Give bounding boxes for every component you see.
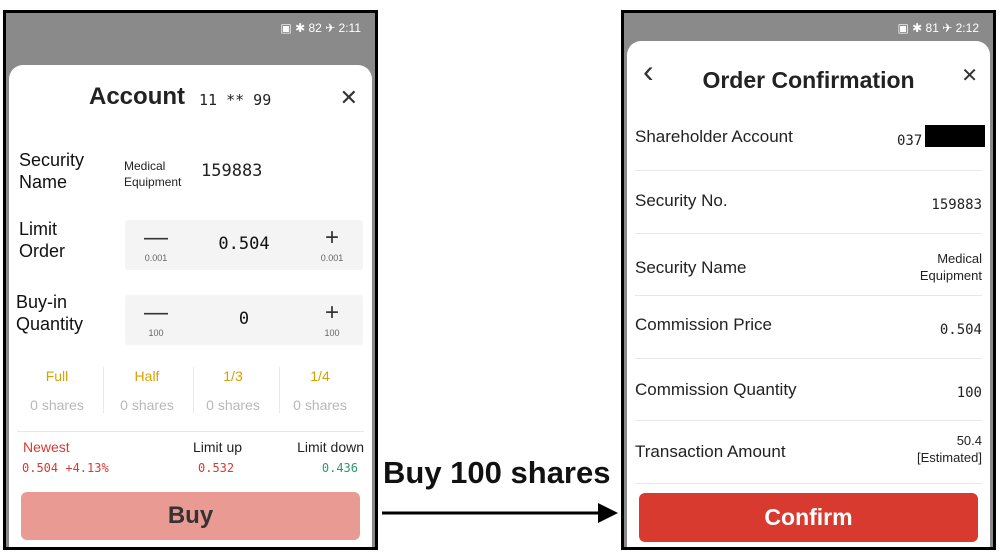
row-label: Security Name bbox=[635, 258, 747, 277]
row-value: 100 bbox=[956, 385, 982, 401]
row-value-note: [Estimated] bbox=[916, 450, 982, 465]
quantity-stepper: — 100 0 + 100 bbox=[125, 295, 363, 345]
row-label: Commission Price bbox=[635, 315, 772, 334]
row-value: 159883 bbox=[931, 197, 982, 213]
list-item: Transaction Amount 50.4 [Estimated] bbox=[635, 422, 982, 484]
status-text: ▣ ✱ 81 ✈ 2:12 bbox=[897, 21, 980, 35]
row-label: Security No. bbox=[635, 191, 728, 210]
price-stepper: — 0.001 0.504 + 0.001 bbox=[125, 220, 363, 270]
account-number: 11 ** 99 bbox=[199, 91, 272, 109]
fraction-full[interactable]: Full 0 shares bbox=[15, 368, 99, 413]
order-confirmation-screen: ▣ ✱ 81 ✈ 2:12 ‹ Order Confirmation ✕ Sha… bbox=[621, 10, 996, 550]
qty-step-down: 100 bbox=[148, 328, 164, 338]
account-sheet: Account 11 ** 99 ✕ Security Name Medical… bbox=[9, 65, 372, 547]
newest-value: 0.504 +4.13% bbox=[22, 461, 109, 475]
fraction-quarter[interactable]: 1/4 0 shares bbox=[278, 368, 362, 413]
plus-icon[interactable]: + bbox=[317, 224, 347, 252]
row-value: 0.504 bbox=[939, 322, 982, 338]
fraction-shares: 0 shares bbox=[120, 397, 174, 413]
row-label: Transaction Amount bbox=[635, 442, 786, 461]
close-icon[interactable]: ✕ bbox=[340, 85, 358, 111]
list-item: Security No. 159883 bbox=[635, 172, 982, 234]
status-bar: ▣ ✱ 82 ✈ 2:11 bbox=[6, 13, 375, 43]
arrow-right-icon bbox=[382, 503, 618, 523]
row-label: Commission Quantity bbox=[635, 380, 797, 399]
limit-order-label: Limit Order bbox=[19, 219, 66, 261]
price-step-down: 0.001 bbox=[144, 253, 168, 263]
fraction-label: 1/4 bbox=[310, 368, 330, 384]
row-value: Medical Equipment bbox=[919, 251, 982, 283]
page-title: Order Confirmation bbox=[702, 67, 915, 93]
buy-quantity-label: Buy-in Quantity bbox=[16, 292, 84, 334]
fraction-third[interactable]: 1/3 0 shares bbox=[191, 368, 275, 413]
row-value-group: 50.4 [Estimated] bbox=[917, 432, 982, 466]
row-value: 50.4 bbox=[956, 433, 982, 448]
row-label: Shareholder Account bbox=[635, 127, 793, 146]
fraction-half[interactable]: Half 0 shares bbox=[105, 368, 189, 413]
plus-icon[interactable]: + bbox=[317, 299, 347, 327]
status-text: ▣ ✱ 82 ✈ 2:11 bbox=[280, 21, 361, 35]
confirmation-sheet: ‹ Order Confirmation ✕ Shareholder Accou… bbox=[627, 41, 990, 547]
fraction-shares: 0 shares bbox=[206, 397, 260, 413]
row-value: 037 bbox=[897, 133, 923, 149]
confirm-button[interactable]: Confirm bbox=[639, 493, 978, 542]
list-item: Security Name Medical Equipment bbox=[635, 234, 982, 296]
security-name-value: Medical Equipment bbox=[124, 159, 182, 189]
list-item: Commission Quantity 100 bbox=[635, 359, 982, 421]
list-item: Shareholder Account 037 bbox=[635, 109, 985, 171]
arrow-caption: Buy 100 shares bbox=[383, 455, 611, 490]
fraction-label: Half bbox=[134, 368, 160, 384]
limit-up-label: Limit up bbox=[193, 439, 243, 455]
security-name-label: Security Name bbox=[19, 150, 85, 192]
security-code: 159883 bbox=[201, 161, 263, 181]
close-icon[interactable]: ✕ bbox=[961, 63, 978, 88]
limit-down-label: Limit down bbox=[297, 439, 364, 455]
page-title: Account bbox=[89, 83, 185, 110]
limit-up-value: 0.532 bbox=[198, 461, 235, 475]
newest-label: Newest bbox=[23, 439, 70, 455]
fraction-shares: 0 shares bbox=[293, 397, 347, 413]
limit-down-value: 0.436 bbox=[321, 461, 358, 475]
divider bbox=[103, 367, 104, 413]
fraction-shares: 0 shares bbox=[30, 397, 84, 413]
list-item: Commission Price 0.504 bbox=[635, 297, 982, 359]
buy-button[interactable]: Buy bbox=[21, 492, 360, 540]
account-screen: ▣ ✱ 82 ✈ 2:11 Account 11 ** 99 ✕ Securit… bbox=[3, 10, 378, 550]
divider bbox=[17, 431, 364, 432]
fraction-label: 1/3 bbox=[223, 368, 243, 384]
redaction-block bbox=[925, 125, 985, 147]
qty-step-up: 100 bbox=[324, 328, 340, 338]
fraction-label: Full bbox=[45, 368, 69, 384]
status-bar: ▣ ✱ 81 ✈ 2:12 bbox=[624, 13, 993, 43]
price-step-up: 0.001 bbox=[320, 253, 344, 263]
